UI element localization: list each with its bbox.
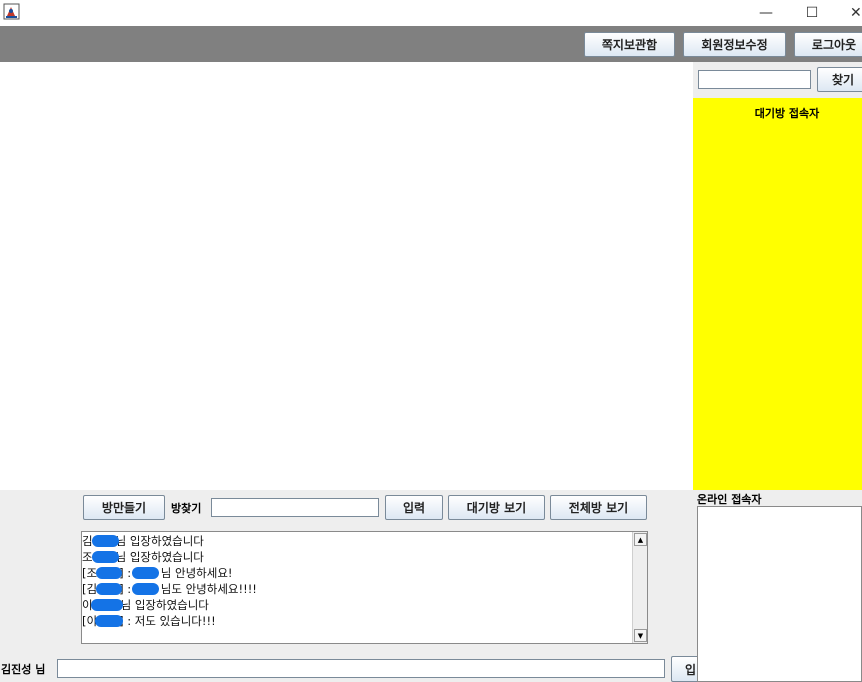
minimize-button[interactable]: —: [743, 0, 789, 26]
redacted-name: [91, 599, 123, 611]
all-rooms-view-button[interactable]: 전체방 보기: [550, 495, 647, 520]
redacted-name: [92, 551, 119, 563]
waiting-users-panel: 대기방 접속자: [693, 98, 862, 490]
chat-text: [조: [82, 566, 98, 580]
chat-line: 이님 입장하였습니다: [82, 597, 632, 613]
redacted-name: [96, 583, 122, 595]
java-app-icon: [3, 3, 20, 20]
chat-line: [조] : 님 안녕하세요!: [82, 565, 632, 581]
chat-log[interactable]: 김님 입장하였습니다 조님 입장하였습니다 [조] : 님 안녕하세요! [김]…: [81, 531, 648, 644]
redacted-name: [132, 583, 159, 595]
send-button[interactable]: 입: [671, 656, 697, 682]
scroll-up-arrow-icon[interactable]: ▲: [634, 533, 647, 546]
redacted-name: [96, 567, 122, 579]
chat-text: 조: [82, 550, 93, 564]
online-users-list[interactable]: [697, 506, 862, 682]
chat-line: [김] : 님도 안녕하세요!!!!: [82, 581, 632, 597]
redacted-name: [92, 535, 119, 547]
waiting-users-title: 대기방 접속자: [754, 107, 820, 120]
chat-line: 김 님 입장하였습니다: [82, 533, 632, 549]
chat-line: 조 님 입장하였습니다: [82, 549, 632, 565]
user-search-input[interactable]: [698, 70, 811, 89]
chat-text: 님 입장하였습니다: [115, 550, 204, 564]
chat-text: 님 안녕하세요!: [160, 566, 233, 580]
redacted-name: [132, 567, 159, 579]
message-input[interactable]: [57, 659, 665, 678]
maximize-button[interactable]: ☐: [789, 0, 835, 26]
chat-text: [김: [82, 582, 98, 596]
room-search-input[interactable]: [211, 498, 379, 517]
room-list-area: [0, 62, 693, 490]
mailbox-button[interactable]: 쪽지보관함: [584, 32, 675, 57]
create-room-button[interactable]: 방만들기: [83, 495, 165, 520]
online-users-panel: 온라인 접속자: [697, 490, 862, 682]
chat-scrollbar[interactable]: ▲ ▼: [632, 532, 647, 643]
enter-button[interactable]: 입력: [385, 495, 443, 520]
redacted-name: [95, 615, 123, 627]
chat-text: ] : 저도 있습니다!!!: [119, 614, 216, 628]
chat-line: [이] : 저도 있습니다!!!: [82, 613, 632, 629]
chat-text: 님 입장하였습니다: [115, 534, 204, 548]
logout-button[interactable]: 로그아웃: [794, 32, 862, 57]
online-users-title: 온라인 접속자: [697, 493, 762, 506]
nickname-label: 김진성 님: [1, 663, 46, 676]
chat-lines: 김님 입장하였습니다 조님 입장하였습니다 [조] : 님 안녕하세요! [김]…: [82, 533, 632, 629]
close-button[interactable]: ✕: [835, 0, 862, 26]
scroll-down-arrow-icon[interactable]: ▼: [634, 629, 647, 642]
chat-text: 김: [82, 534, 93, 548]
chat-text: 님도 안녕하세요!!!!: [160, 582, 257, 596]
find-user-button[interactable]: 찾기: [817, 67, 862, 92]
title-bar: — ☐ ✕: [0, 0, 862, 26]
room-search-label: 방찾기: [171, 502, 202, 515]
edit-profile-button[interactable]: 회원정보수정: [683, 32, 786, 57]
chat-text: 님 입장하였습니다: [120, 598, 209, 612]
waiting-room-view-button[interactable]: 대기방 보기: [448, 495, 545, 520]
